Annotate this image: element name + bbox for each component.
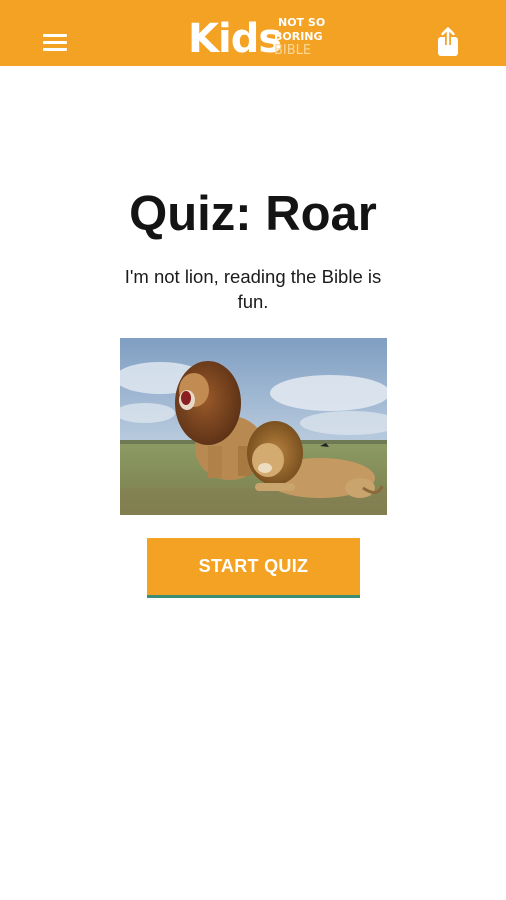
top-app-bar: Kids NOT SO BORING BIBLE [0,0,506,66]
logo-kids-text: Kids [188,16,282,62]
logo-tagline: NOT SO BORING BIBLE [274,16,325,58]
share-icon[interactable] [434,26,462,58]
logo-tag-line3: BIBLE [274,43,312,58]
quiz-title: Quiz: Roar [129,187,377,241]
app-screen: Kids NOT SO BORING BIBLE Quiz: Roar I'm … [0,0,506,900]
app-logo: Kids NOT SO BORING BIBLE [188,14,328,64]
lions-photo [120,338,387,515]
hamburger-menu-icon[interactable] [40,30,70,52]
logo-tag-line2: BORING [274,30,323,43]
start-quiz-button[interactable]: START QUIZ [147,538,360,598]
quiz-subtitle: I'm not lion, reading the Bible is fun. [124,266,382,312]
logo-tag-line1: NOT SO [278,16,326,29]
